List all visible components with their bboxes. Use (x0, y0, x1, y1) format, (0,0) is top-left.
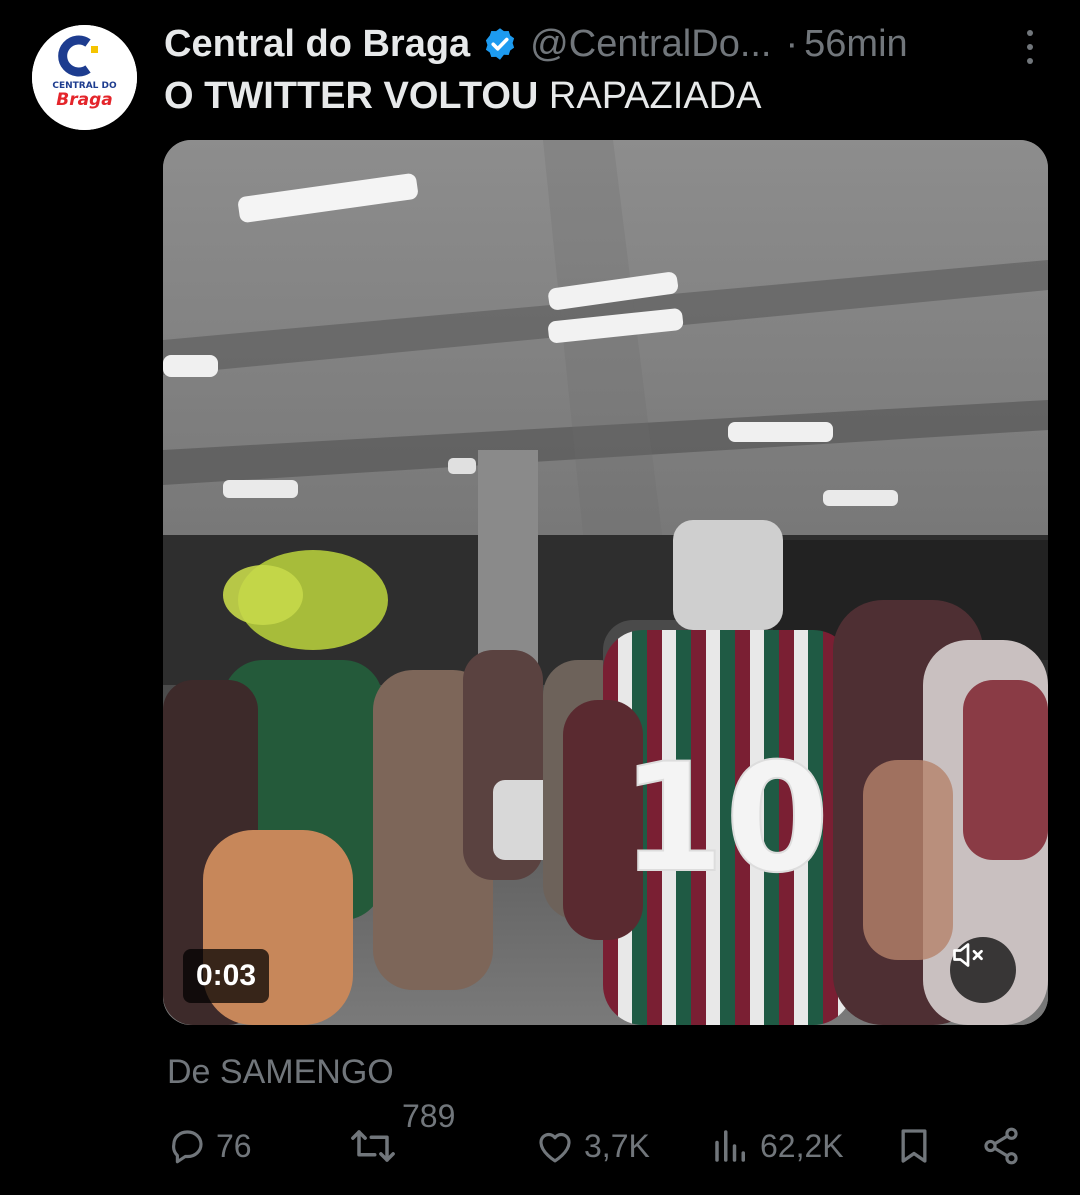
media-source-attribution[interactable]: De SAMENGO (167, 1053, 394, 1092)
central-do-braga-logo: CENTRAL DO Braga (32, 25, 137, 130)
tweet-timestamp[interactable]: 56min (804, 23, 908, 66)
author-handle[interactable]: @CentralDo... (530, 23, 771, 66)
video-duration: 0:03 (183, 949, 270, 1003)
video-frame: 10 (163, 140, 1048, 1025)
video-player[interactable]: 10 0:03 (163, 140, 1048, 1025)
speaker-muted-icon[interactable] (950, 937, 1016, 1003)
views-button[interactable]: 62,2K (710, 1120, 844, 1172)
share-button[interactable] (980, 1120, 1022, 1172)
reply-icon (172, 1130, 203, 1164)
reply-button[interactable]: 76 (166, 1120, 252, 1172)
share-icon (984, 1127, 1018, 1165)
reply-count: 76 (216, 1127, 252, 1164)
more-options-icon[interactable] (1020, 30, 1040, 64)
tweet-text-bold: O TWITTER VOLTOU (164, 75, 539, 117)
like-count: 3,7K (584, 1127, 650, 1164)
logo-line2: Braga (56, 90, 112, 110)
jersey-number: 10 (621, 732, 830, 906)
bookmark-icon (901, 1129, 927, 1163)
tweet-action-bar: 76 789 3,7K 62,2K (166, 1098, 1028, 1172)
bookmark-button[interactable] (894, 1120, 934, 1172)
retweet-icon (351, 1130, 395, 1162)
tweet-text-rest: RAPAZIADA (538, 75, 762, 117)
separator-dot: · (785, 22, 799, 65)
author-name[interactable]: Central do Braga (164, 23, 470, 66)
tweet-header: Central do Braga @CentralDo... · 56min (164, 18, 1040, 70)
retweet-button[interactable] (348, 1120, 398, 1172)
tweet-text: O TWITTER VOLTOU RAPAZIADA (164, 75, 761, 118)
views-chart-icon (715, 1130, 745, 1162)
retweet-count: 789 (402, 1098, 456, 1134)
verified-badge-icon[interactable] (482, 26, 518, 62)
like-button[interactable]: 3,7K (534, 1120, 650, 1172)
heart-icon (539, 1132, 571, 1163)
author-avatar[interactable]: CENTRAL DO Braga (32, 25, 137, 130)
views-count: 62,2K (760, 1127, 844, 1164)
